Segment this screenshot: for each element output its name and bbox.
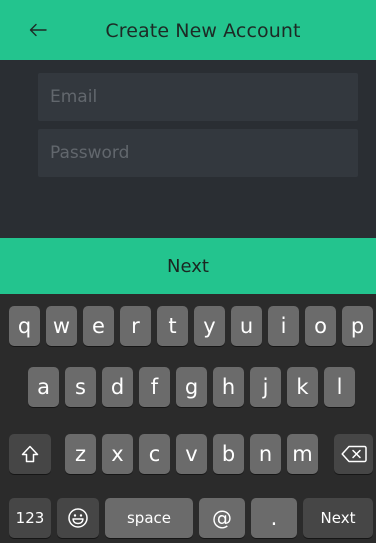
next-button[interactable]: Next xyxy=(0,238,376,294)
key-w[interactable]: w xyxy=(46,306,77,346)
key-x[interactable]: x xyxy=(102,434,133,474)
key-s[interactable]: s xyxy=(65,367,96,407)
key-i[interactable]: i xyxy=(268,306,299,346)
key-c[interactable]: c xyxy=(139,434,170,474)
space-key[interactable]: space xyxy=(105,498,193,538)
key-j[interactable]: j xyxy=(250,367,281,407)
password-field[interactable] xyxy=(38,129,358,177)
app-screen: Create New Account Next q w e r t y u i … xyxy=(0,0,376,543)
shift-key[interactable] xyxy=(9,434,51,474)
key-t[interactable]: t xyxy=(157,306,188,346)
shift-icon xyxy=(21,445,39,463)
key-d[interactable]: d xyxy=(102,367,133,407)
emoji-icon xyxy=(68,508,88,528)
key-z[interactable]: z xyxy=(65,434,96,474)
key-b[interactable]: b xyxy=(213,434,244,474)
key-n[interactable]: n xyxy=(250,434,281,474)
key-g[interactable]: g xyxy=(176,367,207,407)
period-key[interactable]: . xyxy=(251,498,297,538)
email-field[interactable] xyxy=(38,73,358,121)
key-v[interactable]: v xyxy=(176,434,207,474)
return-key[interactable]: Next xyxy=(303,498,373,538)
on-screen-keyboard: q w e r t y u i o p a s d f g h j k l z … xyxy=(0,294,376,543)
key-p[interactable]: p xyxy=(342,306,373,346)
at-key[interactable]: @ xyxy=(199,498,245,538)
page-title: Create New Account xyxy=(105,20,301,42)
key-e[interactable]: e xyxy=(83,306,114,346)
app-header: Create New Account xyxy=(0,0,376,60)
delete-key[interactable] xyxy=(334,434,373,474)
key-k[interactable]: k xyxy=(287,367,318,407)
numbers-key[interactable]: 123 xyxy=(9,498,51,538)
key-f[interactable]: f xyxy=(139,367,170,407)
key-m[interactable]: m xyxy=(287,434,318,474)
key-l[interactable]: l xyxy=(324,367,355,407)
key-u[interactable]: u xyxy=(231,306,262,346)
key-o[interactable]: o xyxy=(305,306,336,346)
key-q[interactable]: q xyxy=(9,306,40,346)
delete-icon xyxy=(340,445,367,463)
key-h[interactable]: h xyxy=(213,367,244,407)
emoji-key[interactable] xyxy=(57,498,99,538)
key-a[interactable]: a xyxy=(28,367,59,407)
key-y[interactable]: y xyxy=(194,306,225,346)
key-r[interactable]: r xyxy=(120,306,151,346)
